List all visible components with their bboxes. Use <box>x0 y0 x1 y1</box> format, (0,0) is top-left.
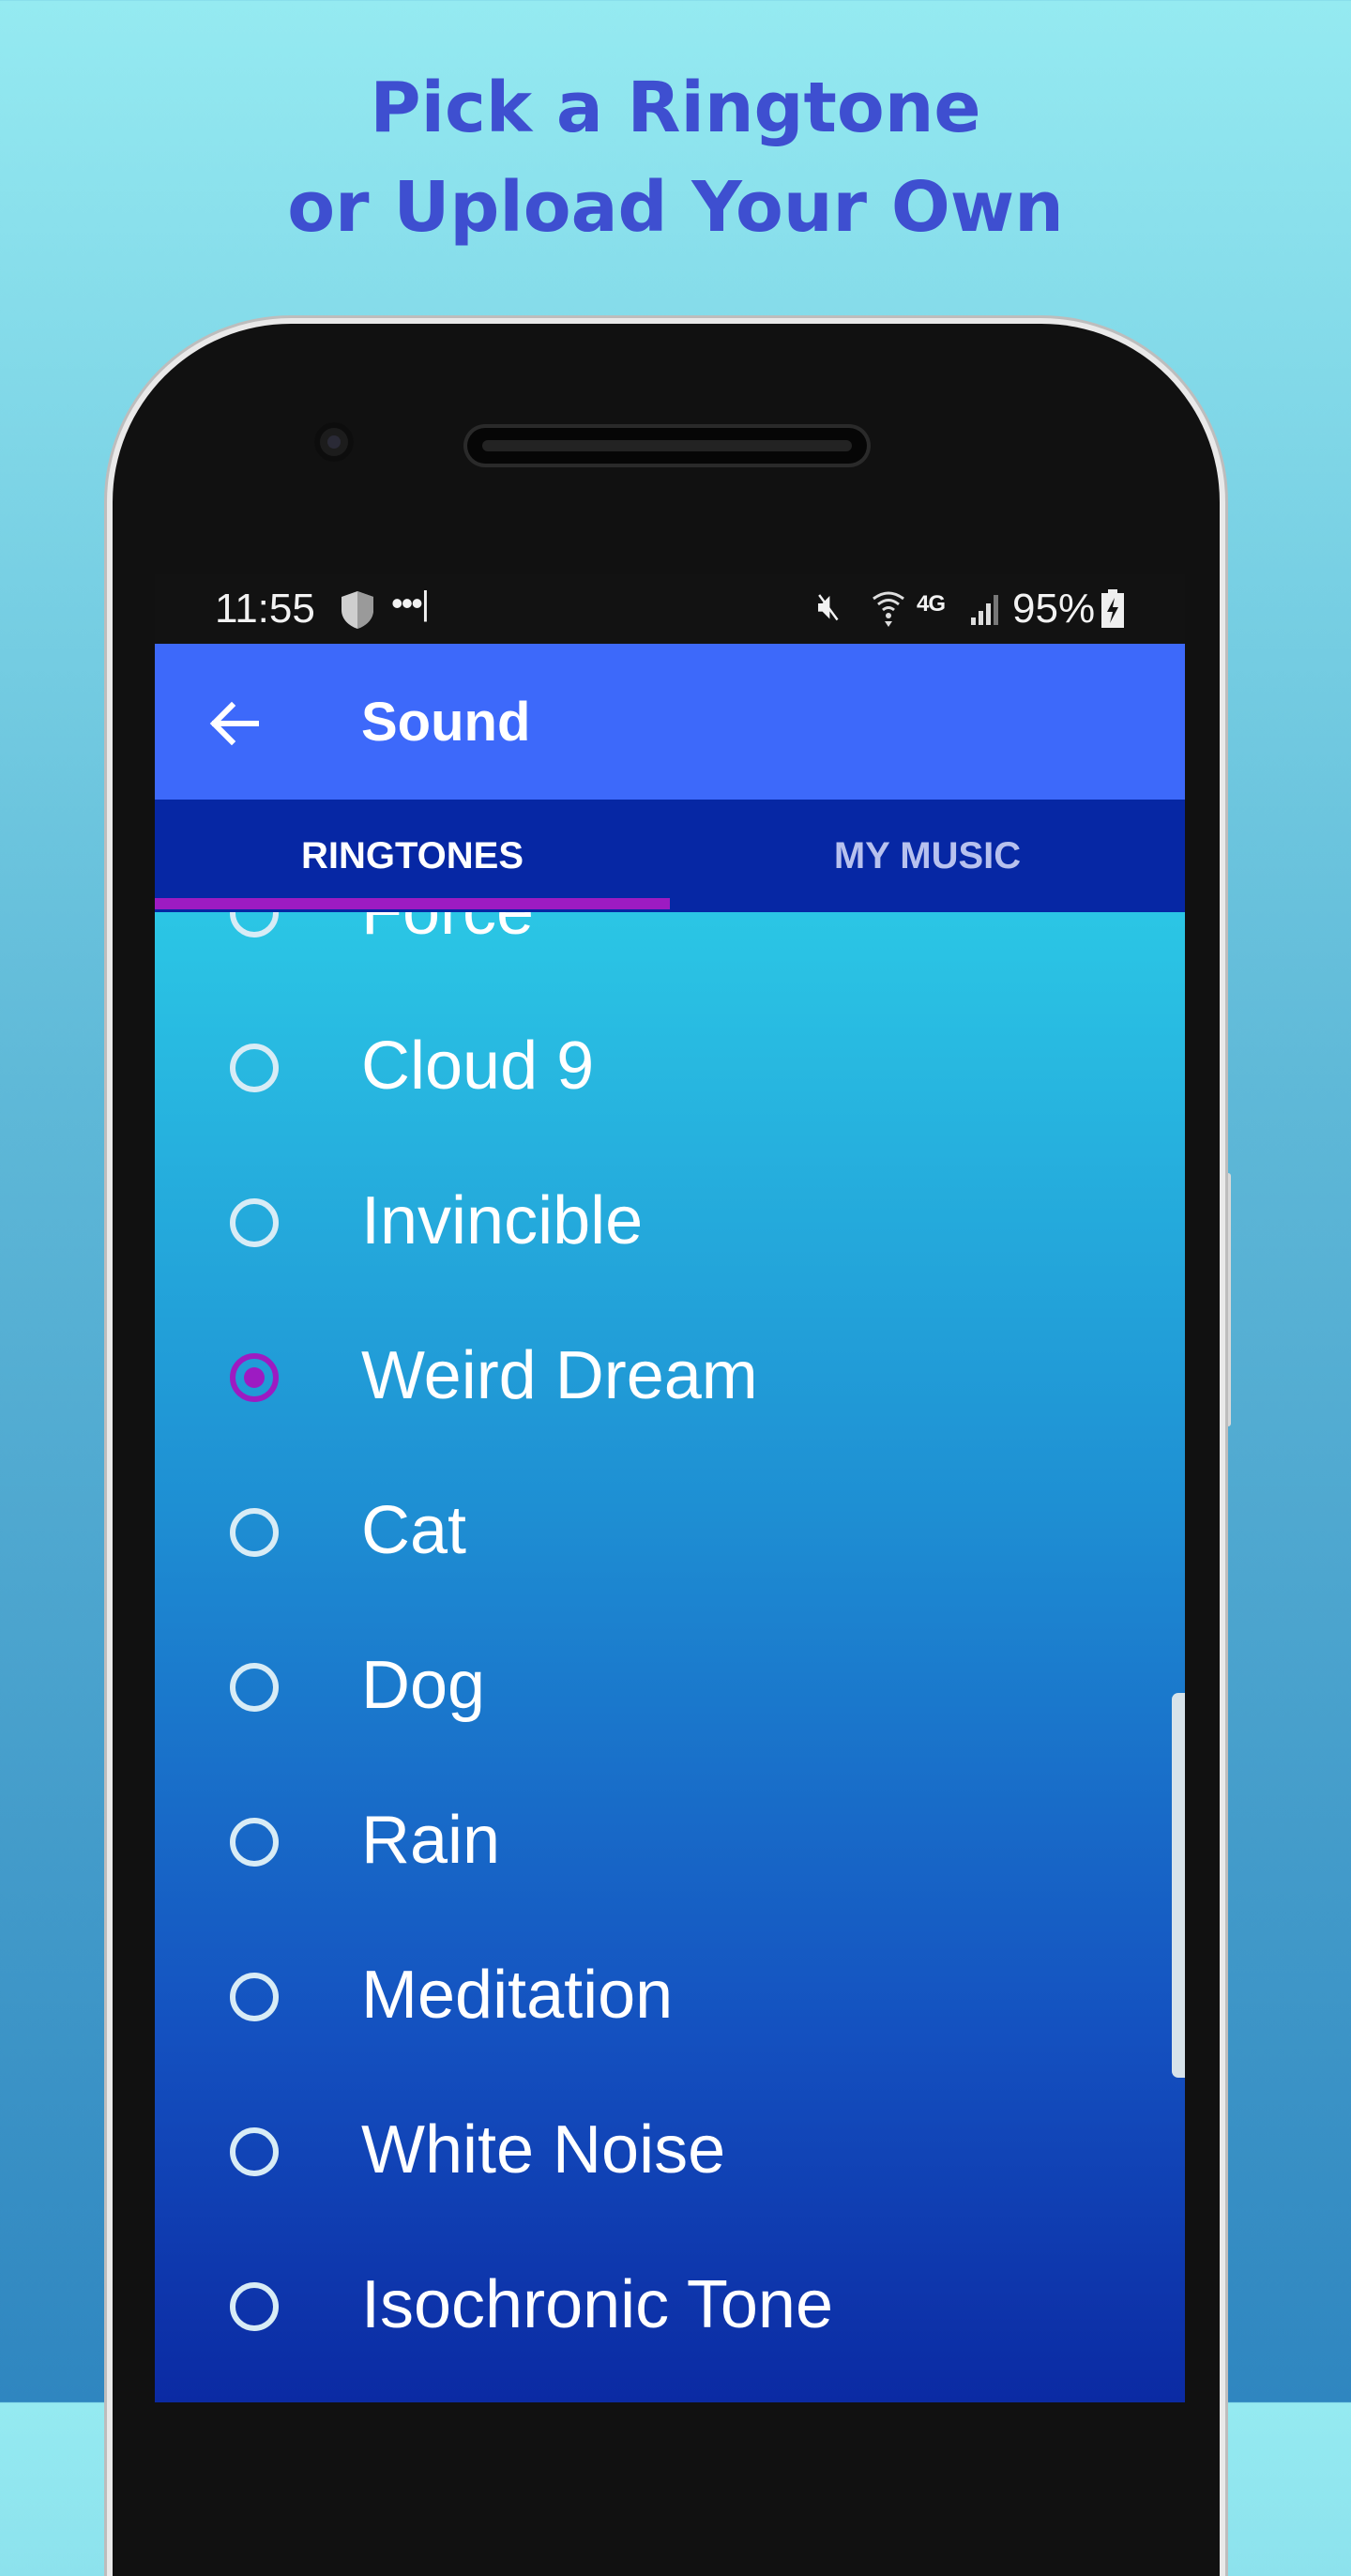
list-item[interactable]: Isochronic Tone <box>155 2231 1185 2385</box>
ringtone-label: Force <box>361 912 534 950</box>
ringtone-list[interactable]: Force Cloud 9 Invincible Weird Dream Cat… <box>155 912 1185 2402</box>
tab-bar: RINGTONES MY MUSIC <box>155 800 1185 912</box>
battery-charging-icon <box>1101 589 1124 628</box>
phone-screen: 11:55 •••| 🔇︎ 4G 95% Sound RINGTONES MY … <box>155 574 1185 2402</box>
list-item[interactable]: White Noise <box>155 2076 1185 2231</box>
network-type: 4G <box>917 591 946 617</box>
battery-percent: 95% <box>1012 586 1096 632</box>
ringtone-label: Weird Dream <box>361 1338 758 1413</box>
signal-strength-icon <box>971 595 998 625</box>
ringtone-label: Dog <box>361 1648 486 1723</box>
radio-button[interactable] <box>230 1044 279 1092</box>
app-bar: Sound <box>155 644 1185 800</box>
front-camera <box>314 422 354 462</box>
tab-ringtones[interactable]: RINGTONES <box>155 800 670 912</box>
list-item[interactable]: Cat <box>155 1456 1185 1611</box>
ringtone-label: Isochronic Tone <box>361 2267 833 2342</box>
list-item[interactable]: Invincible <box>155 1147 1185 1302</box>
radio-button[interactable] <box>230 912 279 937</box>
radio-button[interactable] <box>230 1663 279 1712</box>
arrow-left-icon[interactable] <box>202 691 267 756</box>
radio-button[interactable] <box>230 1818 279 1867</box>
tab-selected-indicator <box>155 898 670 909</box>
headline-line-1: Pick a Ringtone <box>370 68 981 148</box>
list-item[interactable]: Meditation <box>155 1921 1185 2076</box>
promo-headline: Pick a Ringtone or Upload Your Own <box>0 58 1351 257</box>
ringtone-label: Cat <box>361 1493 467 1568</box>
radio-button[interactable] <box>230 1973 279 2021</box>
scrollbar-thumb[interactable] <box>1172 1693 1185 2078</box>
radio-button[interactable] <box>230 1508 279 1557</box>
phone-side-button-right <box>1222 1173 1231 1426</box>
shield-icon <box>342 591 373 629</box>
list-item[interactable]: Force <box>155 912 1185 992</box>
page-title: Sound <box>361 692 531 753</box>
mute-icon: 🔇︎ <box>817 586 842 627</box>
radio-button-selected[interactable] <box>230 1353 279 1402</box>
list-item[interactable]: Weird Dream <box>155 1302 1185 1456</box>
ringtone-label: Rain <box>361 1803 501 1878</box>
list-item[interactable]: Rain <box>155 1766 1185 1921</box>
radio-button[interactable] <box>230 1198 279 1247</box>
earpiece-speaker <box>467 428 867 464</box>
status-more-notifications: •••| <box>391 584 430 622</box>
status-bar: 11:55 •••| 🔇︎ 4G 95% <box>155 574 1185 644</box>
radio-button[interactable] <box>230 2127 279 2176</box>
tab-my-music[interactable]: MY MUSIC <box>670 800 1185 912</box>
ringtone-label: Meditation <box>361 1958 674 2033</box>
ringtone-label: White Noise <box>361 2112 726 2187</box>
radio-button[interactable] <box>230 2282 279 2331</box>
ringtone-label: Cloud 9 <box>361 1029 595 1104</box>
list-item[interactable]: Cloud 9 <box>155 992 1185 1147</box>
wifi-icon <box>873 591 904 627</box>
headline-line-2: or Upload Your Own <box>287 167 1064 248</box>
status-time: 11:55 <box>215 586 315 632</box>
ringtone-label: Invincible <box>361 1183 644 1258</box>
list-item[interactable]: Dog <box>155 1611 1185 1766</box>
